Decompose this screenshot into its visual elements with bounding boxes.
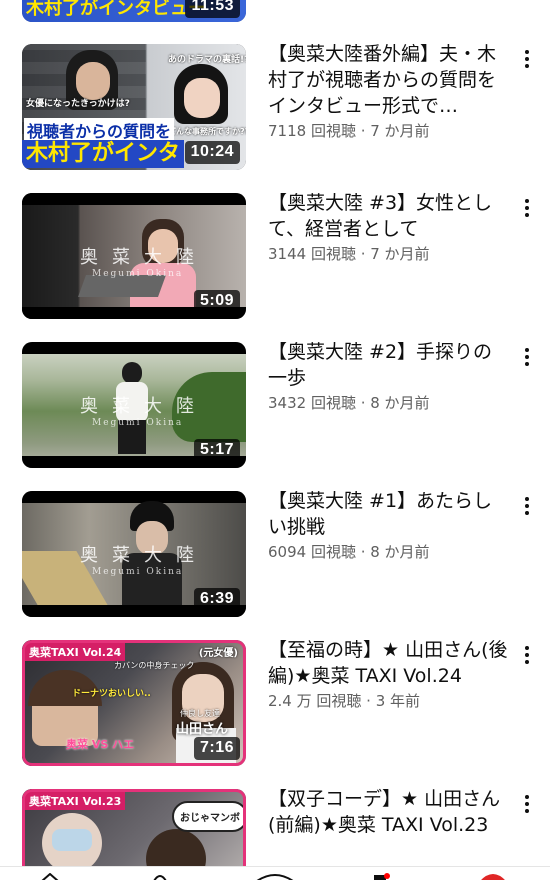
thumbnail-overlay-text: 奥菜 VS ハエ [66,738,135,751]
video-duration: 5:09 [193,290,240,313]
kebab-vertical-icon[interactable] [515,344,539,370]
thumbnail-watermark-sub: Megumi Okina [92,567,184,577]
video-thumbnail[interactable]: 奥菜大陸 Megumi Okina 5:17 [22,342,246,468]
video-stats: 6094 回視聴 · 8 か月前 [268,543,430,561]
video-duration: 11:53 [185,0,240,18]
thumbnail-overlay-text: どんな事務所ですか?? [168,127,246,136]
video-stats: 3432 回視聴 · 8 か月前 [268,394,430,412]
thumbnail-watermark: 奥菜大陸 [80,247,208,268]
video-duration: 7:16 [193,737,240,760]
thumbnail-overlay-text: (元女優) [198,648,238,659]
video-title[interactable]: 【奥菜大陸 #3】女性として、経営者として [268,190,508,242]
thumbnail-overlay-text: カバンの中身チェック [114,661,195,670]
video-thumbnail[interactable]: 木村了がインタビュー 11:53 [22,0,246,22]
thumbnail-watermark-sub: Megumi Okina [92,269,184,279]
bottom-nav-bar [0,866,550,880]
video-duration: 6:39 [193,588,240,611]
thumbnail-watermark-sub: Megumi Okina [92,418,184,428]
video-item[interactable]: あのドラマの裏話!? 女優になったきっかけは? どんな事務所ですか?? 視聴者か… [0,41,550,174]
thumbnail-label: 奥菜TAXI Vol.23 [25,792,126,810]
thumbnail-overlay-text: あのドラマの裏話!? [168,55,246,65]
kebab-vertical-icon[interactable] [515,46,539,72]
video-meta: 【奥菜大陸 #1】あたらしい挑戦 6094 回視聴 · 8 か月前 [268,488,508,562]
thumbnail-overlay-text: 木村了がインタ [22,140,185,168]
video-title[interactable]: 【奥菜大陸 #2】手探りの一歩 [268,339,508,391]
thumbnail-overlay-text: 木村了がインタビュー [26,0,206,19]
create-icon[interactable] [255,873,295,880]
thumbnail-watermark: 奥菜大陸 [80,545,208,566]
video-meta: 【奥菜大陸 #2】手探りの一歩 3432 回視聴 · 8 か月前 [268,339,508,413]
thumbnail-overlay-text: おじゃマンボ [172,801,246,832]
thumbnail-overlay-text: 女優になったきっかけは? [26,99,130,109]
video-item[interactable]: 奥菜大陸 Megumi Okina 6:39 【奥菜大陸 #1】あたらしい挑戦 … [0,488,550,621]
video-meta: 【双子コーデ】★ 山田さん(前編)★奥菜 TAXI Vol.23 [268,786,508,838]
avatar[interactable] [478,873,508,880]
kebab-vertical-icon[interactable] [515,195,539,221]
kebab-vertical-icon[interactable] [515,642,539,668]
video-item[interactable]: 奥菜大陸 Megumi Okina 5:17 【奥菜大陸 #2】手探りの一歩 3… [0,339,550,472]
video-title[interactable]: 【奥菜大陸番外編】夫・木村了が視聴者からの質問をインタビュー形式で… [268,41,508,119]
subscriptions-icon[interactable] [370,873,390,880]
thumbnail-overlay-text: 視聴者からの質問を [24,118,175,142]
video-title[interactable]: 【双子コーデ】★ 山田さん(前編)★奥菜 TAXI Vol.23 [268,786,508,838]
video-stats: 3144 回視聴 · 7 か月前 [268,245,430,263]
video-title[interactable]: 【奥菜大陸 #1】あたらしい挑戦 [268,488,508,540]
shorts-icon[interactable] [150,873,170,880]
thumbnail-watermark: 奥菜大陸 [80,396,208,417]
thumbnail-overlay-text: ドーナツおいしい.. [72,689,151,699]
video-thumbnail[interactable]: あのドラマの裏話!? 女優になったきっかけは? どんな事務所ですか?? 視聴者か… [22,44,246,170]
video-duration: 10:24 [184,141,240,164]
video-meta: 【奥菜大陸番外編】夫・木村了が視聴者からの質問をインタビュー形式で… 7118 … [268,41,508,141]
kebab-vertical-icon[interactable] [515,791,539,817]
video-row-partial[interactable]: 木村了がインタビュー 11:53 [0,0,550,22]
video-stats: 7118 回視聴 · 7 か月前 [268,122,430,140]
video-title[interactable]: 【至福の時】★ 山田さん(後編)★奥菜 TAXI Vol.24 [268,637,508,689]
video-thumbnail[interactable]: 奥菜大陸 Megumi Okina 5:09 [22,193,246,319]
video-meta: 【至福の時】★ 山田さん(後編)★奥菜 TAXI Vol.24 2.4 万 回視… [268,637,508,711]
video-item[interactable]: 奥菜大陸 Megumi Okina 5:09 【奥菜大陸 #3】女性として、経営… [0,190,550,323]
home-icon[interactable] [40,873,60,880]
video-stats: 2.4 万 回視聴 · 3 年前 [268,692,421,710]
thumbnail-label: 奥菜TAXI Vol.24 [25,643,126,661]
video-thumbnail[interactable]: 奥菜TAXI Vol.24 (元女優) カバンの中身チェック ドーナツおいしい.… [22,640,246,766]
kebab-vertical-icon[interactable] [515,493,539,519]
video-meta: 【奥菜大陸 #3】女性として、経営者として 3144 回視聴 · 7 か月前 [268,190,508,264]
video-thumbnail[interactable]: 奥菜大陸 Megumi Okina 6:39 [22,491,246,617]
thumbnail-overlay-text: 山田さん [176,722,229,737]
video-duration: 5:17 [193,439,240,462]
video-item[interactable]: 奥菜TAXI Vol.24 (元女優) カバンの中身チェック ドーナツおいしい.… [0,637,550,770]
